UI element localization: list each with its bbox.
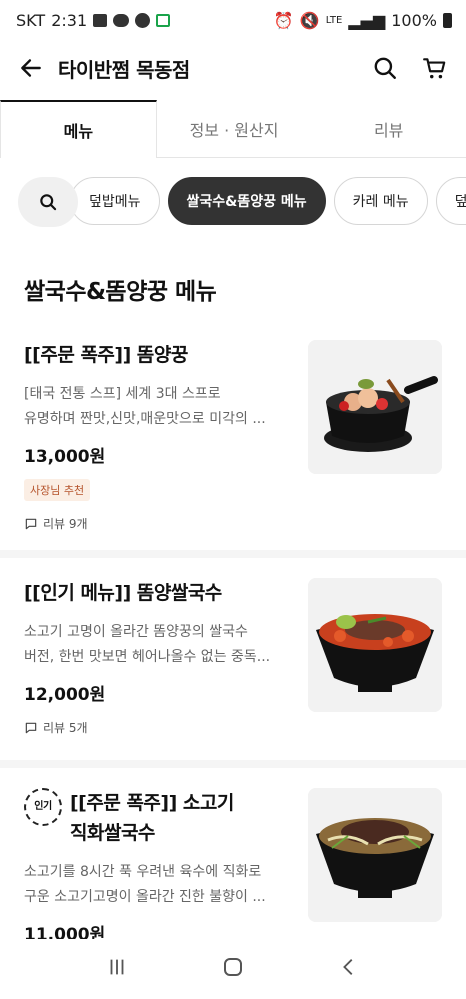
status-bar: SKT 2:31 ⏰ 🔇 LTE ▂▄▆ 100% xyxy=(0,0,466,40)
app-header: 타이반쩜 목동점 xyxy=(0,40,466,96)
review-count: 리뷰 5개 xyxy=(24,719,300,736)
clock: 2:31 xyxy=(51,10,88,30)
search-icon[interactable] xyxy=(372,55,398,81)
menu-item-image xyxy=(308,340,442,474)
app-notification-icon xyxy=(156,13,171,27)
home-icon[interactable] xyxy=(221,955,245,983)
comment-icon xyxy=(25,518,37,529)
comment-icon xyxy=(25,722,37,733)
category-chips: 덮밥메뉴 쌀국수&똠양꿍 메뉴 카레 메뉴 덮밥 xyxy=(0,176,466,228)
mute-icon: 🔇 xyxy=(299,10,320,30)
menu-item-name: [[인기 메뉴]] 똠양쌀국수 xyxy=(24,582,222,604)
battery-icon xyxy=(443,12,452,28)
owner-recommend-badge: 사장님 추천 xyxy=(24,479,91,501)
gallery-icon xyxy=(93,13,108,27)
menu-search-button[interactable] xyxy=(18,177,78,227)
system-nav-bar xyxy=(0,939,466,999)
cart-icon[interactable] xyxy=(422,55,448,81)
tab-info-origin[interactable]: 정보 · 원산지 xyxy=(157,100,312,157)
carrier-label: SKT xyxy=(16,10,46,30)
search-icon xyxy=(40,194,57,211)
tab-menu[interactable]: 메뉴 xyxy=(0,100,157,158)
chip-rice-bowl[interactable]: 덮밥메뉴 xyxy=(70,177,160,225)
menu-item-price: 13,000원 xyxy=(24,447,106,467)
message-icon xyxy=(135,12,151,28)
chip-curry[interactable]: 카레 메뉴 xyxy=(333,177,428,225)
store-tabs: 메뉴 정보 · 원산지 리뷰 xyxy=(0,100,466,158)
menu-item[interactable]: [[주문 폭주]] 똠양꿍 [태국 전통 스프] 세계 3대 스프로 유명하며 … xyxy=(0,320,466,558)
section-title: 쌀국수&똠양꿍 메뉴 xyxy=(24,279,217,305)
menu-item-price: 12,000원 xyxy=(24,685,106,705)
menu-list: [[주문 폭주]] 똠양꿍 [태국 전통 스프] 세계 3대 스프로 유명하며 … xyxy=(0,320,466,999)
menu-item[interactable]: [[인기 메뉴]] 똠양쌀국수 소고기 고명이 올라간 똠양꿍의 쌀국수 버전,… xyxy=(0,558,466,768)
tab-reviews[interactable]: 리뷰 xyxy=(311,100,466,157)
recent-apps-icon[interactable] xyxy=(106,956,128,982)
system-back-icon[interactable] xyxy=(338,956,360,982)
network-label: LTE xyxy=(325,14,343,26)
signal-icon: ▂▄▆ xyxy=(348,10,386,30)
battery-label: 100% xyxy=(391,10,437,30)
menu-item-image xyxy=(308,578,442,712)
popular-badge: 인기 xyxy=(24,788,62,826)
review-count: 리뷰 9개 xyxy=(24,515,300,532)
menu-item-name: [[주문 폭주]] 똠양꿍 xyxy=(24,344,188,366)
chip-rice-bowl-2[interactable]: 덮밥 xyxy=(435,177,466,225)
menu-item-description: [태국 전통 스프] 세계 3대 스프로 유명하며 짠맛,신맛,매운맛으로 미각… xyxy=(24,386,266,427)
menu-item-name: 인기 [[주문 폭주]] 소고기 직화쌀국수 xyxy=(24,788,300,848)
menu-item-description: 소고기 고명이 올라간 똠양꿍의 쌀국수 버전, 한번 맛보면 헤어나올수 없는… xyxy=(24,624,271,665)
back-arrow-icon[interactable] xyxy=(18,55,44,81)
menu-item-description: 소고기를 8시간 푹 우려낸 육수에 직화로 구운 소고기고명이 올라간 진한 … xyxy=(24,864,266,905)
kakaotalk-icon xyxy=(113,13,130,27)
store-title: 타이반쩜 목동점 xyxy=(58,57,190,82)
alarm-icon: ⏰ xyxy=(273,10,294,30)
menu-item-image xyxy=(308,788,442,922)
chip-pho-tomyum[interactable]: 쌀국수&똠양꿍 메뉴 xyxy=(167,177,326,225)
